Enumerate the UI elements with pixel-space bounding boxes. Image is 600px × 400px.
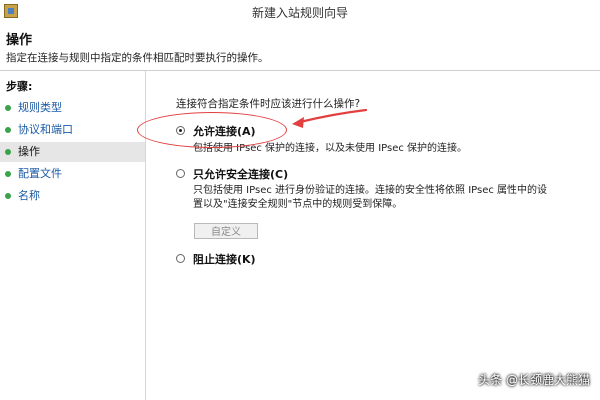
block-connection-radio[interactable] bbox=[176, 254, 185, 263]
sidebar-item-label: 配置文件 bbox=[18, 167, 62, 180]
secure-connection-description-line1: 只包括使用 IPsec 进行身份验证的连接。连接的安全性将依照 IPsec 属性… bbox=[193, 185, 548, 196]
sidebar-item-action[interactable]: 操作 bbox=[0, 142, 145, 162]
sidebar-item-label: 名称 bbox=[18, 189, 40, 202]
customize-button[interactable]: 自定义 bbox=[194, 223, 258, 239]
title-bar: 新建入站规则向导 bbox=[0, 0, 600, 25]
step-bullet-icon bbox=[5, 193, 11, 199]
watermark: 头条 @长颈鹿大熊猫 bbox=[478, 373, 590, 387]
sidebar-item-protocol-port[interactable]: 协议和端口 bbox=[0, 120, 145, 140]
step-bullet-icon bbox=[5, 105, 11, 111]
sidebar-item-label: 操作 bbox=[18, 145, 40, 158]
step-bullet-icon bbox=[5, 149, 11, 155]
secure-connection-description-line2: 置以及"连接安全规则"节点中的规则受到保障。 bbox=[193, 199, 403, 210]
block-connection-label: 阻止连接(K) bbox=[193, 253, 256, 266]
wizard-header: 操作 指定在连接与规则中指定的条件相匹配时要执行的操作。 bbox=[0, 24, 600, 71]
steps-sidebar: 步骤: 规则类型 协议和端口 操作 配置文件 名称 bbox=[0, 71, 146, 400]
sidebar-item-label: 规则类型 bbox=[18, 101, 62, 114]
secure-connection-radio[interactable] bbox=[176, 169, 185, 178]
sidebar-item-label: 协议和端口 bbox=[18, 123, 73, 136]
step-bullet-icon bbox=[5, 127, 11, 133]
sidebar-item-profile[interactable]: 配置文件 bbox=[0, 164, 145, 184]
page-description: 指定在连接与规则中指定的条件相匹配时要执行的操作。 bbox=[6, 52, 269, 64]
window-title: 新建入站规则向导 bbox=[251, 6, 348, 20]
sidebar-item-name[interactable]: 名称 bbox=[0, 186, 145, 206]
page-title: 操作 bbox=[6, 33, 33, 48]
steps-heading: 步骤: bbox=[6, 80, 33, 93]
annotation-ellipse bbox=[137, 112, 287, 148]
sidebar-item-rule-type[interactable]: 规则类型 bbox=[0, 98, 145, 118]
annotation-arrow-icon bbox=[292, 108, 368, 128]
secure-connection-label: 只允许安全连接(C) bbox=[193, 168, 289, 181]
step-bullet-icon bbox=[5, 171, 11, 177]
